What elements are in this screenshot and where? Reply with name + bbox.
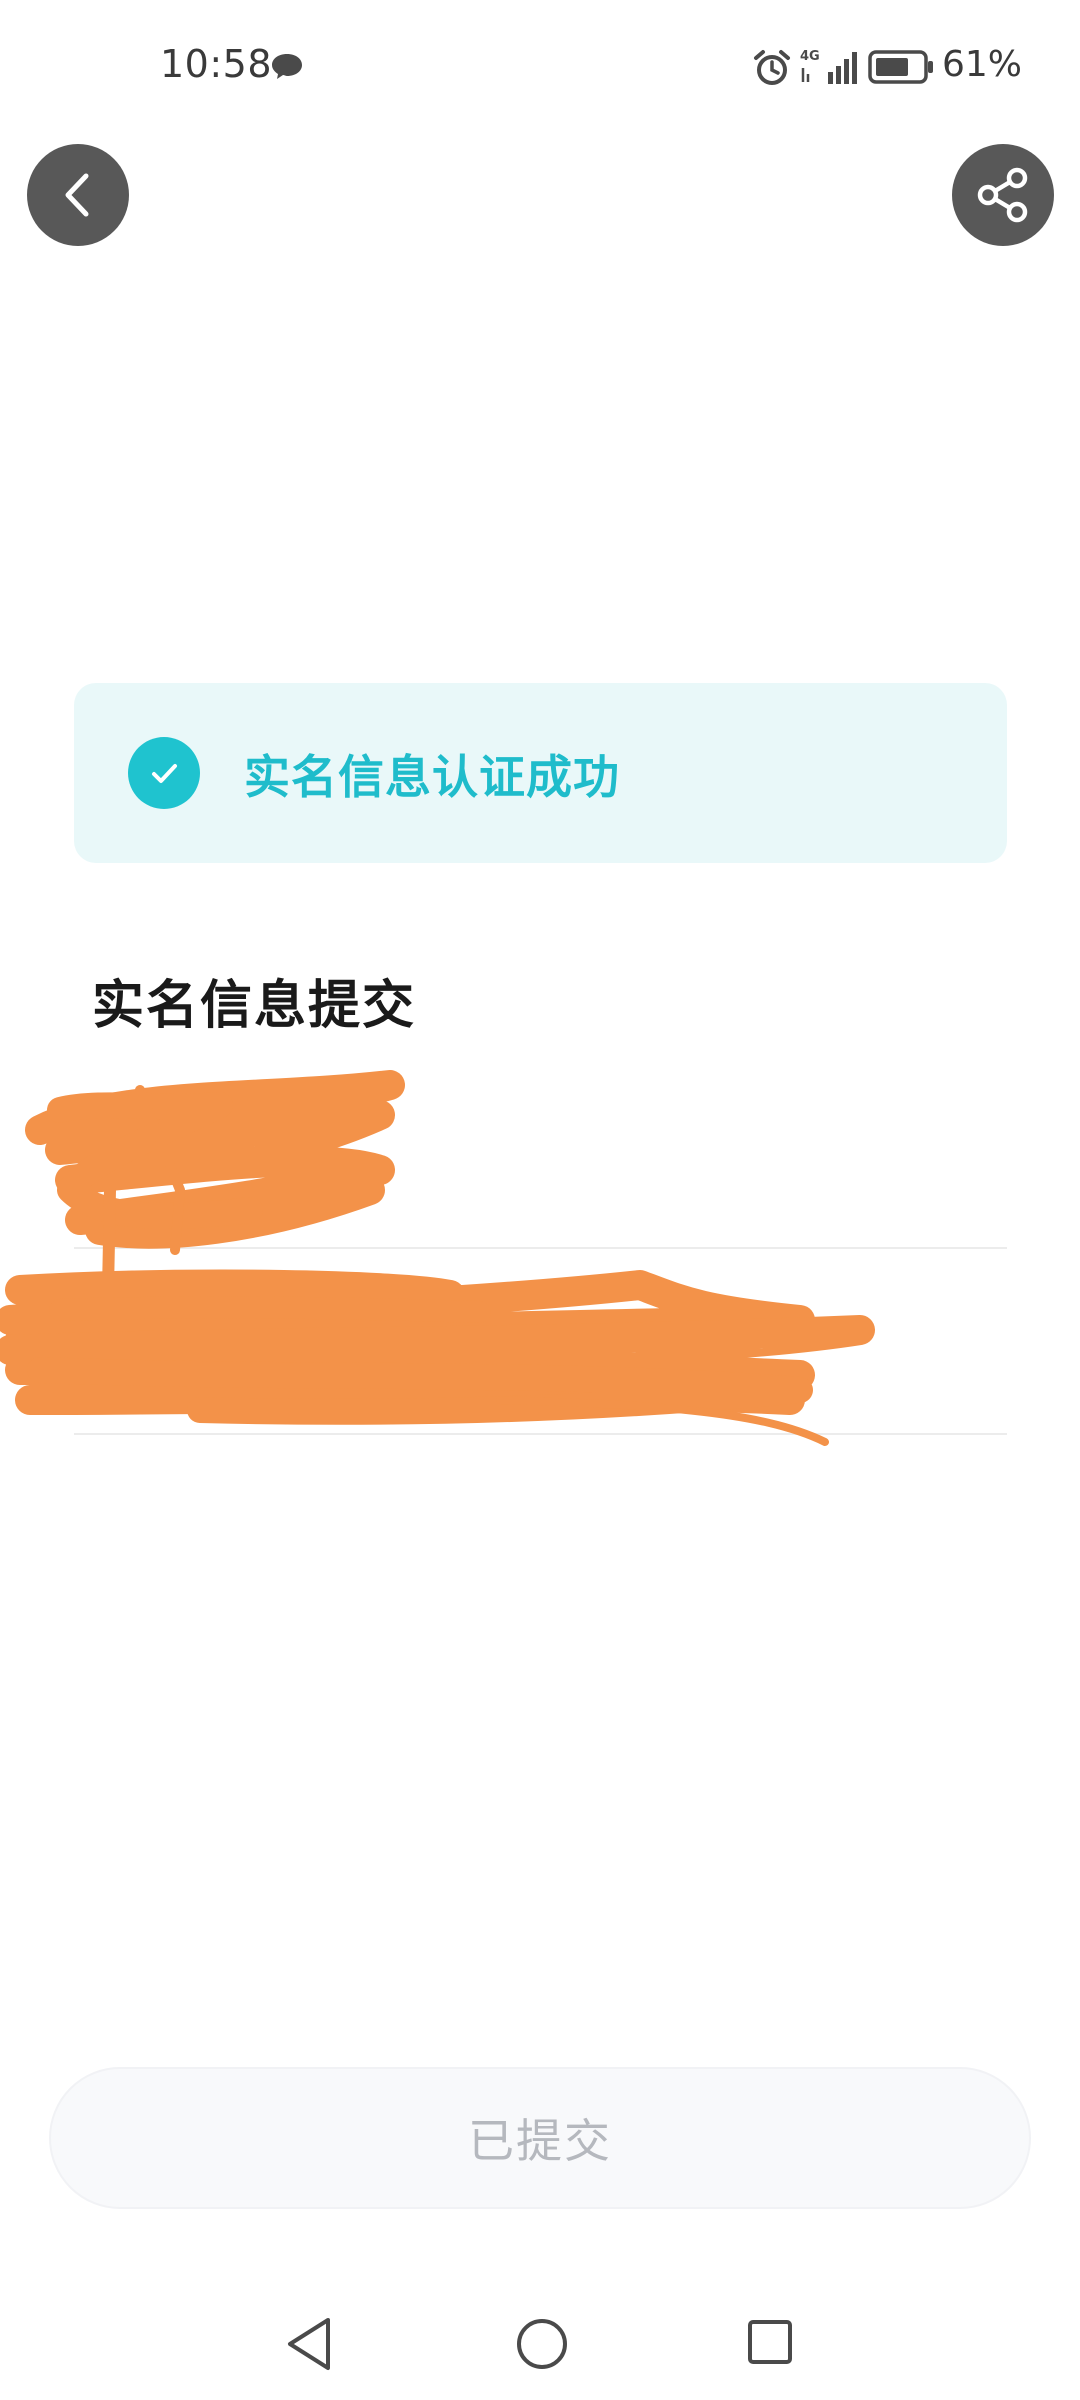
- battery-percent: 61%: [942, 44, 1023, 85]
- navigation-bar: [0, 2290, 1080, 2400]
- message-icon: [272, 54, 302, 79]
- share-icon: [977, 167, 1028, 223]
- triangle-back-icon[interactable]: [284, 2316, 334, 2372]
- share-button[interactable]: [952, 144, 1054, 246]
- check-circle-icon: [128, 737, 200, 809]
- section-title: 实名信息提交: [92, 976, 417, 1036]
- status-bar: 10:58 4G 61%: [0, 0, 1080, 135]
- success-banner: 实名信息认证成功: [74, 683, 1007, 863]
- success-message: 实名信息认证成功: [244, 750, 620, 804]
- square-recent-icon[interactable]: [746, 2318, 794, 2366]
- circle-home-icon[interactable]: [514, 2316, 570, 2372]
- submitted-button[interactable]: 已提交: [49, 2067, 1031, 2209]
- chevron-left-icon: [65, 173, 89, 217]
- redaction-scribble: [0, 1070, 875, 1446]
- network-type-label: 4G: [800, 49, 820, 64]
- back-button[interactable]: [27, 144, 129, 246]
- signal-icon: 4G: [800, 49, 857, 84]
- alarm-icon: [754, 50, 790, 85]
- status-time: 10:58: [160, 42, 273, 86]
- battery-icon: [868, 50, 933, 84]
